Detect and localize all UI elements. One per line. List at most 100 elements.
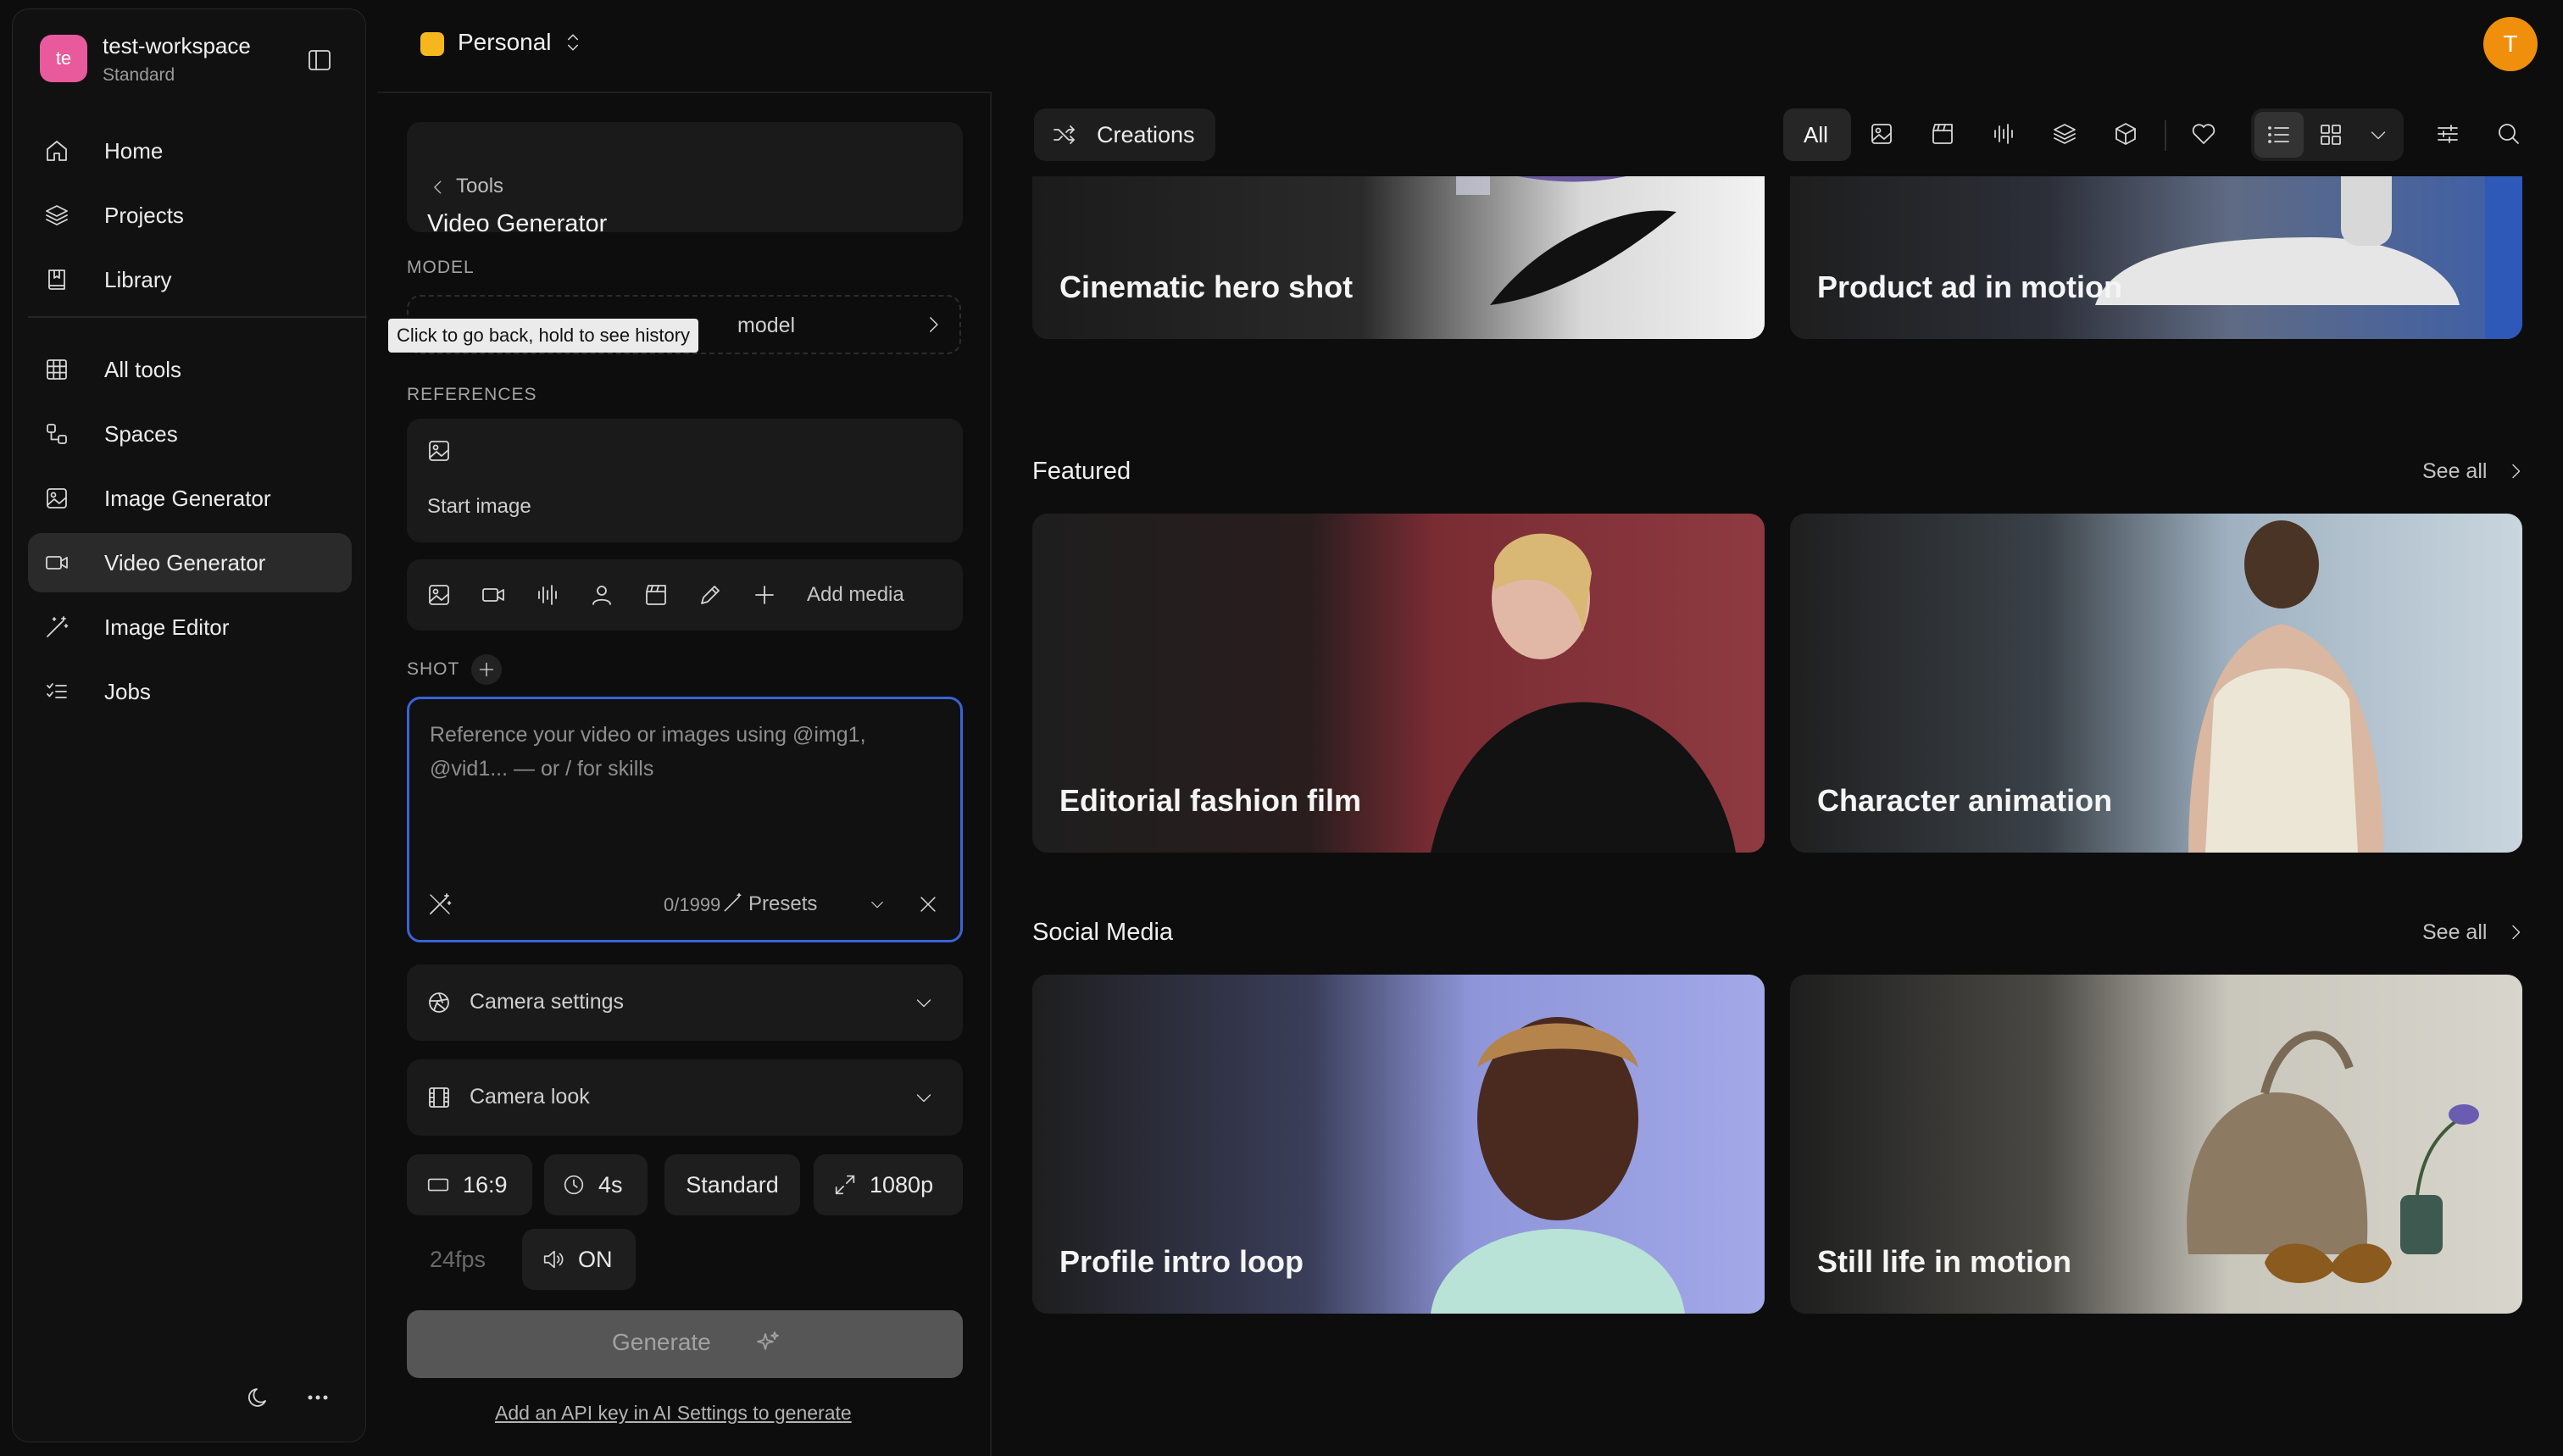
image-icon <box>47 488 67 508</box>
presets-dropdown[interactable]: Presets <box>748 892 817 916</box>
model-section-label: MODEL <box>407 258 475 277</box>
generator-panel: Tools Video Generator MODEL model Click … <box>378 92 992 1456</box>
duration-button[interactable]: 4s <box>544 1154 648 1215</box>
image-icon <box>425 437 453 464</box>
template-card-title: Profile intro loop <box>1059 1244 1304 1279</box>
filter-all-label: All <box>1804 122 1828 147</box>
spaces-icon <box>47 424 67 444</box>
see-all-social-media-link[interactable]: See all <box>2422 920 2487 945</box>
resolution-button[interactable]: 1080p <box>814 1154 963 1215</box>
filter-3d-cube-icon[interactable] <box>2112 120 2139 147</box>
template-card[interactable]: Still life in motion <box>1790 975 2522 1314</box>
prompt-placeholder: Reference your video or images using @im… <box>430 723 866 781</box>
sidebar-toggle-icon[interactable] <box>306 47 333 74</box>
template-card[interactable]: Editorial fashion film <box>1032 514 1765 853</box>
template-card[interactable]: Character animation <box>1790 514 2522 853</box>
prompt-textarea[interactable]: Reference your video or images using @im… <box>407 697 963 942</box>
user-avatar[interactable]: T <box>2483 17 2538 71</box>
workspace-plan: Standard <box>103 65 175 85</box>
filter-video-clapper-icon[interactable] <box>1929 120 1956 147</box>
api-key-settings-link[interactable]: Add an API key in AI Settings to generat… <box>495 1402 852 1425</box>
view-grid-icon[interactable] <box>2317 121 2344 148</box>
more-options-icon[interactable] <box>304 1384 331 1411</box>
filter-all[interactable]: All <box>1783 108 1851 161</box>
theme-toggle-moon-icon[interactable] <box>245 1384 272 1411</box>
sidebar-item-home[interactable]: Home <box>28 121 352 181</box>
fps-button[interactable]: 24fps <box>407 1229 509 1290</box>
search-icon[interactable] <box>2495 120 2522 147</box>
model-selector-text: model <box>737 314 796 337</box>
sidebar-item-image-editor[interactable]: Image Editor <box>28 597 352 657</box>
filter-layers-icon[interactable] <box>2051 120 2078 147</box>
start-image-dropzone[interactable]: Start image <box>407 419 963 542</box>
sidebar-item-projects[interactable]: Projects <box>28 186 352 245</box>
filter-settings-sliders-icon[interactable] <box>2434 120 2461 147</box>
plus-icon[interactable] <box>751 581 778 609</box>
aperture-icon <box>425 989 453 1016</box>
checklist-icon <box>47 683 67 698</box>
add-image-icon[interactable] <box>425 581 453 609</box>
quality-button[interactable]: Standard <box>664 1154 800 1215</box>
plus-icon <box>479 662 494 677</box>
sidebar-item-jobs[interactable]: Jobs <box>28 662 352 721</box>
film-icon <box>425 1084 453 1111</box>
add-shot-button[interactable] <box>471 654 502 685</box>
draw-pencil-icon[interactable] <box>697 581 724 609</box>
generate-button[interactable]: Generate <box>407 1310 963 1378</box>
start-image-label: Start image <box>427 495 531 518</box>
resolution-value: 1080p <box>870 1171 934 1198</box>
add-character-icon[interactable] <box>588 581 615 609</box>
workspace-name[interactable]: test-workspace <box>103 33 251 59</box>
chevron-right-icon[interactable] <box>2505 922 2526 942</box>
clock-icon <box>564 1175 584 1195</box>
sidebar-item-all-tools[interactable]: All tools <box>28 340 352 399</box>
sidebar-item-spaces[interactable]: Spaces <box>28 404 352 464</box>
filter-image-icon[interactable] <box>1868 120 1895 147</box>
character-counter: 0/1999 <box>664 894 721 915</box>
media-toolbar: Add media <box>407 559 963 631</box>
see-all-featured-link[interactable]: See all <box>2422 459 2487 484</box>
grid-icon <box>47 359 67 380</box>
quality-value: Standard <box>686 1171 779 1198</box>
audio-value: ON <box>578 1246 613 1272</box>
chevron-up-down-icon[interactable] <box>561 31 585 54</box>
add-video-icon[interactable] <box>480 581 507 609</box>
add-audio-waveform-icon[interactable] <box>534 581 561 609</box>
template-card-title: Editorial fashion film <box>1059 783 1362 818</box>
aspect-ratio-button[interactable]: 16:9 <box>407 1154 532 1215</box>
space-switcher[interactable]: Personal <box>458 29 552 56</box>
workspace-avatar[interactable]: te <box>40 35 87 82</box>
sidebar-item-label: Jobs <box>104 678 151 704</box>
view-options-chevron-down-icon[interactable] <box>2368 125 2388 145</box>
creations-button[interactable]: Creations <box>1034 108 1215 161</box>
camera-settings-accordion[interactable]: Camera settings <box>407 964 963 1041</box>
sidebar-item-label: Image Generator <box>104 485 271 511</box>
sidebar-item-library[interactable]: Library <box>28 250 352 309</box>
template-card-title: Product ad in motion <box>1817 270 2122 304</box>
sidebar-item-video-generator[interactable]: Video Generator <box>28 533 352 592</box>
sidebar-item-image-generator[interactable]: Image Generator <box>28 469 352 528</box>
sparkle-icon <box>754 1329 781 1356</box>
favorites-heart-icon[interactable] <box>2190 120 2217 147</box>
clear-prompt-close-icon[interactable] <box>916 892 940 916</box>
sidebar-item-label: Projects <box>104 202 184 228</box>
chevron-left-icon[interactable] <box>429 178 448 197</box>
template-card-title: Character animation <box>1817 783 2113 818</box>
section-heading-featured: Featured <box>1032 458 1131 485</box>
creations-label: Creations <box>1097 122 1195 147</box>
magic-wand-icon <box>47 616 69 637</box>
add-scene-clapper-icon[interactable] <box>642 581 670 609</box>
aspect-ratio-icon <box>427 1178 449 1192</box>
camera-look-accordion[interactable]: Camera look <box>407 1059 963 1136</box>
add-media-button[interactable]: Add media <box>807 583 904 607</box>
audio-toggle-button[interactable]: ON <box>522 1229 636 1290</box>
enhance-prompt-wand-icon[interactable] <box>426 891 453 918</box>
chevron-down-icon[interactable] <box>869 896 886 913</box>
view-list-button[interactable] <box>2254 112 2304 158</box>
template-card[interactable]: Profile intro loop <box>1032 975 1765 1314</box>
references-section-label: REFERENCES <box>407 385 537 404</box>
filter-audio-waveform-icon[interactable] <box>1990 120 2017 147</box>
back-to-tools-link[interactable]: Tools <box>456 175 503 198</box>
chevron-right-icon[interactable] <box>2505 461 2526 481</box>
generate-label: Generate <box>612 1329 711 1355</box>
